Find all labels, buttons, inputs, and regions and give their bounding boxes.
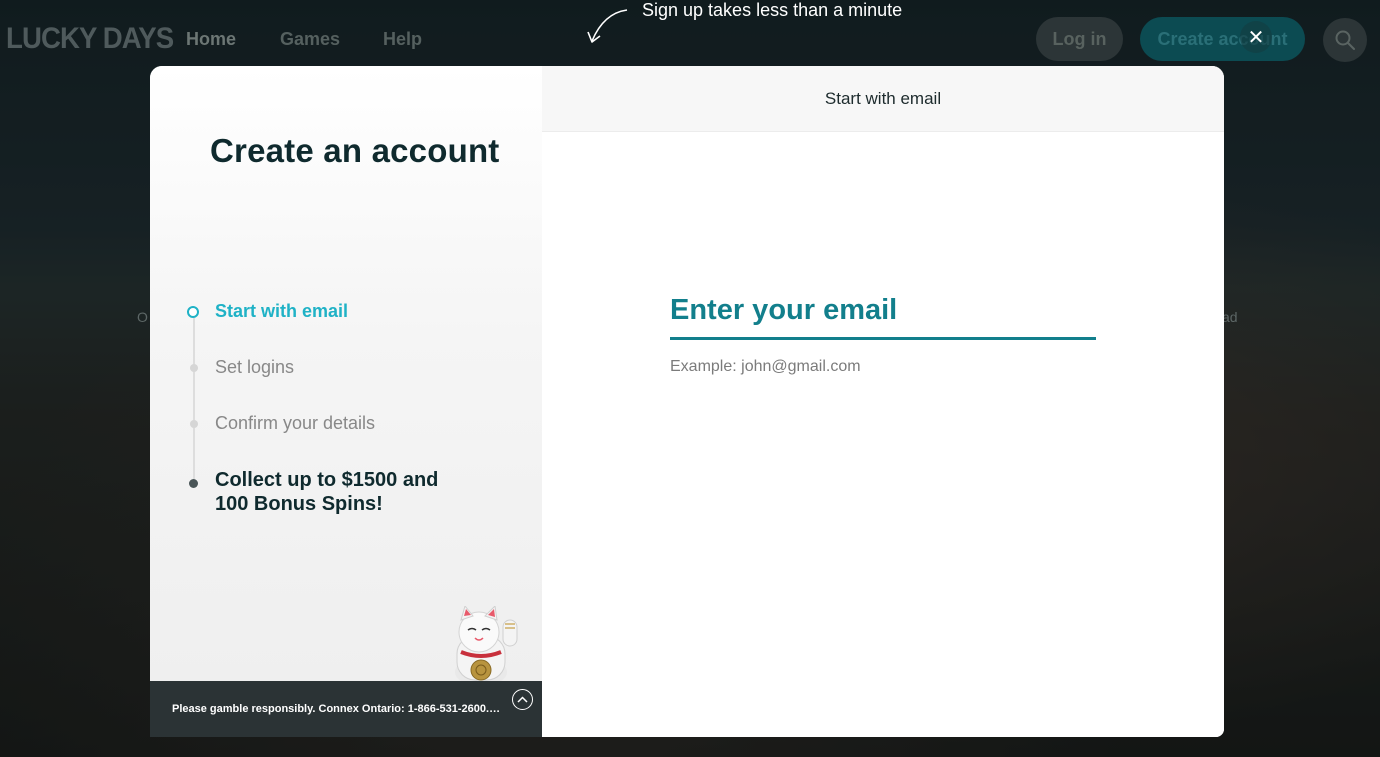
create-account-modal: Create an account Start with email Set l… (150, 66, 1224, 737)
close-icon: ✕ (1247, 25, 1265, 49)
form-step-header: Start with email (542, 66, 1224, 132)
step-set-logins: Set logins (215, 357, 295, 377)
step-confirm-details: Confirm your details (215, 413, 376, 433)
responsible-gambling-text: Please gamble responsibly. Connex Ontari… (172, 703, 502, 715)
form-panel: Start with email Example: john@gmail.com (542, 66, 1224, 737)
close-modal-button[interactable]: ✕ (1240, 21, 1272, 53)
reward-text: Collect up to $1500 and 100 Bonus Spins! (215, 469, 439, 515)
search-button[interactable] (1323, 18, 1367, 62)
steps-connector (193, 318, 195, 484)
footer-expand-button[interactable] (512, 689, 533, 710)
background-text-left: O (137, 309, 148, 325)
chevron-up-icon (517, 696, 528, 703)
modal-title: Create an account (210, 132, 500, 169)
responsible-gambling-bar: Please gamble responsibly. Connex Ontari… (150, 681, 542, 737)
create-account-button[interactable]: Create account (1140, 17, 1305, 61)
signup-hint-text: Sign up takes less than a minute (642, 0, 903, 20)
step-indicator (190, 364, 198, 372)
nav-games-link[interactable]: Games (280, 29, 340, 50)
step-indicator-active (187, 306, 199, 318)
step-start-with-email: Start with email (215, 301, 349, 321)
step-indicator (190, 420, 198, 428)
email-input[interactable] (670, 284, 1096, 340)
login-button[interactable]: Log in (1036, 17, 1123, 61)
site-logo[interactable]: LUCKY DAYS (6, 22, 174, 56)
lucky-cat-icon (455, 606, 518, 684)
curved-arrow-icon (587, 9, 628, 43)
nav-help-link[interactable]: Help (383, 29, 422, 50)
steps-panel: Create an account Start with email Set l… (150, 66, 542, 737)
nav-home-link[interactable]: Home (186, 29, 236, 50)
search-icon (1335, 30, 1355, 50)
step-indicator-reward (189, 479, 198, 488)
background-text-right: ad (1222, 309, 1238, 325)
email-example-hint: Example: john@gmail.com (670, 358, 861, 375)
